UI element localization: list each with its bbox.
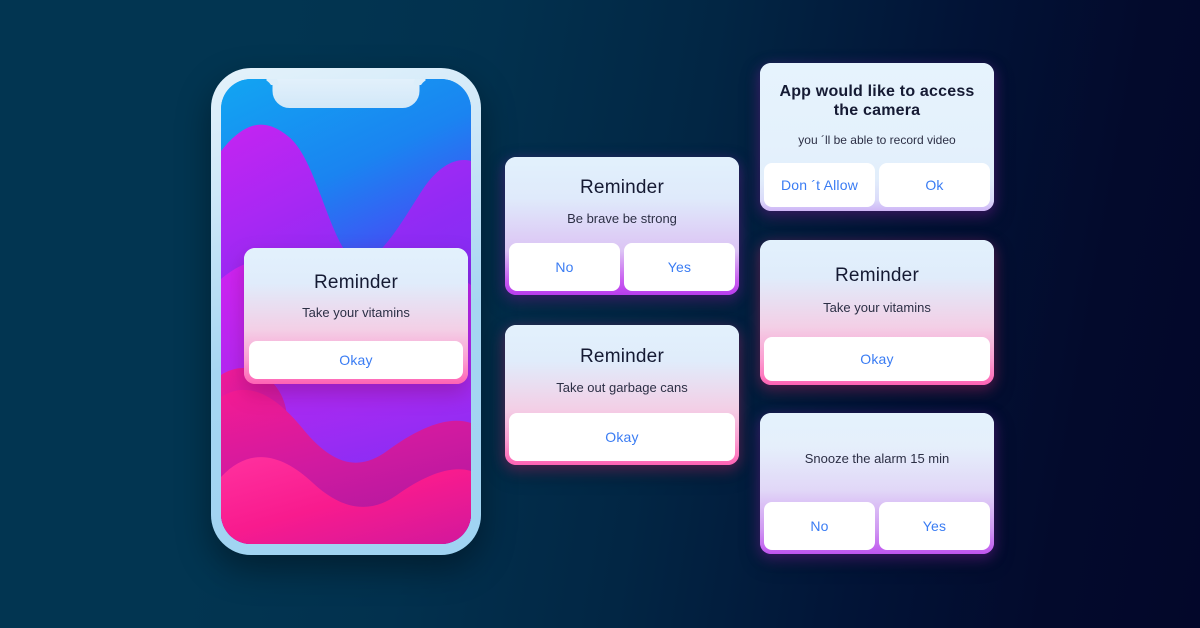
dialog-take-your-vitamins: Reminder Take your vitamins Okay <box>244 248 468 384</box>
dont-allow-button[interactable]: Don ´t Allow <box>764 163 875 207</box>
dialog-actions: Okay <box>505 413 739 465</box>
yes-button[interactable]: Yes <box>624 243 735 291</box>
phone-screen: Reminder Take your vitamins Okay <box>221 79 471 544</box>
okay-button[interactable]: Okay <box>764 337 990 381</box>
notch <box>272 79 420 108</box>
poster-canvas: Reminder Take your vitamins Okay Reminde… <box>0 0 1200 628</box>
dialog-message: Take your vitamins <box>302 305 410 321</box>
dialog-body: App would like to access the camera you … <box>760 63 994 163</box>
dialog-actions: Don ´t Allow Ok <box>760 163 994 211</box>
dialog-take-out-garbage-cans: Reminder Take out garbage cans Okay <box>505 325 739 465</box>
dialog-title: Reminder <box>580 176 664 198</box>
dialog-body: Reminder Take your vitamins <box>760 240 994 337</box>
no-button[interactable]: No <box>509 243 620 291</box>
dialog-actions: Okay <box>244 341 468 384</box>
okay-button[interactable]: Okay <box>509 413 735 461</box>
dialog-be-brave-be-strong: Reminder Be brave be strong No Yes <box>505 157 739 295</box>
dialog-message: Take out garbage cans <box>556 380 688 396</box>
dialog-title: Reminder <box>580 345 664 367</box>
dialog-message: Snooze the alarm 15 min <box>804 451 950 467</box>
dialog-snooze-alarm: Snooze the alarm 15 min No Yes <box>760 413 994 554</box>
yes-button[interactable]: Yes <box>879 502 990 550</box>
dialog-camera-permission: App would like to access the camera you … <box>760 63 994 211</box>
no-button[interactable]: No <box>764 502 875 550</box>
dialog-body: Reminder Be brave be strong <box>505 157 739 243</box>
dialog-title: App would like to access the camera <box>779 83 975 119</box>
dialog-message: Be brave be strong <box>567 211 677 227</box>
dialog-message: Take your vitamins <box>823 299 931 315</box>
dialog-body: Reminder Take out garbage cans <box>505 325 739 413</box>
dialog-message: you ´ll be able to record video <box>798 132 956 147</box>
dialog-actions: No Yes <box>760 502 994 554</box>
smartphone-mockup: Reminder Take your vitamins Okay <box>211 68 481 555</box>
dialog-actions: Okay <box>760 337 994 385</box>
ok-button[interactable]: Ok <box>879 163 990 207</box>
dialog-title: Reminder <box>835 265 919 287</box>
dialog-body: Snooze the alarm 15 min <box>760 413 994 502</box>
dialog-actions: No Yes <box>505 243 739 295</box>
dialog-body: Reminder Take your vitamins <box>244 248 468 341</box>
dialog-title: Reminder <box>314 271 398 293</box>
okay-button[interactable]: Okay <box>249 341 463 379</box>
dialog-take-your-vitamins-standalone: Reminder Take your vitamins Okay <box>760 240 994 385</box>
